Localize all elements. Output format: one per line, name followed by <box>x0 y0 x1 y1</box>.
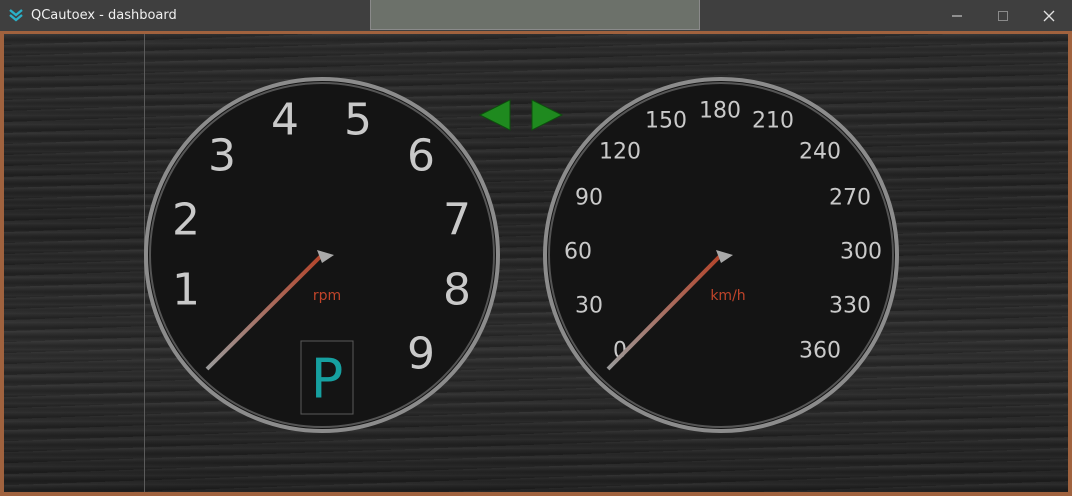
speed-label-150: 150 <box>645 109 687 134</box>
speed-label-180: 180 <box>699 99 741 124</box>
speed-label-300: 300 <box>840 240 882 265</box>
speed-label-90: 90 <box>575 186 603 211</box>
close-button[interactable] <box>1026 0 1072 31</box>
rpm-label-1: 1 <box>172 265 200 316</box>
rpm-unit-label: rpm <box>313 288 341 304</box>
dashboard-canvas: 1 2 3 4 5 6 7 8 9 rpm P 0 30 60 90 120 1… <box>144 77 899 433</box>
speed-label-60: 60 <box>564 240 592 265</box>
window-title: QCautoex - dashboard <box>31 8 177 23</box>
rpm-label-7: 7 <box>443 195 471 246</box>
app-window: QCautoex - dashboard 1 2 3 4 5 6 7 8 9 r… <box>0 0 1072 496</box>
rpm-label-2: 2 <box>172 195 200 246</box>
tachometer: 1 2 3 4 5 6 7 8 9 rpm P <box>144 77 500 433</box>
speed-label-30: 30 <box>575 294 603 319</box>
rpm-label-3: 3 <box>208 131 236 182</box>
speed-label-210: 210 <box>752 109 794 134</box>
dashboard-area: 1 2 3 4 5 6 7 8 9 rpm P 0 30 60 90 120 1… <box>4 34 1068 492</box>
speed-unit-label: km/h <box>710 288 745 304</box>
rpm-label-9: 9 <box>407 329 435 380</box>
right-turn-arrow-icon[interactable] <box>531 99 564 131</box>
speed-label-330: 330 <box>829 294 871 319</box>
title-bar-thumbnail <box>370 0 700 30</box>
speed-label-360: 360 <box>799 339 841 364</box>
rpm-label-5: 5 <box>344 95 372 146</box>
speed-label-120: 120 <box>599 140 641 165</box>
minimize-button[interactable] <box>934 0 980 31</box>
gear-indicator: P <box>311 348 344 411</box>
left-turn-arrow-icon[interactable] <box>478 99 511 131</box>
close-icon <box>1043 10 1055 21</box>
maximize-button[interactable] <box>980 0 1026 31</box>
title-bar[interactable]: QCautoex - dashboard <box>0 0 1072 31</box>
rpm-label-6: 6 <box>407 131 435 182</box>
maximize-icon <box>998 10 1008 21</box>
minimize-icon <box>952 15 962 16</box>
speedometer: 0 30 60 90 120 150 180 210 240 270 300 3… <box>543 77 899 433</box>
app-chevron-icon <box>9 9 23 22</box>
rpm-label-4: 4 <box>271 95 299 146</box>
speed-label-270: 270 <box>829 186 871 211</box>
turn-signals <box>478 99 564 131</box>
speed-label-240: 240 <box>799 140 841 165</box>
rpm-label-8: 8 <box>443 265 471 316</box>
